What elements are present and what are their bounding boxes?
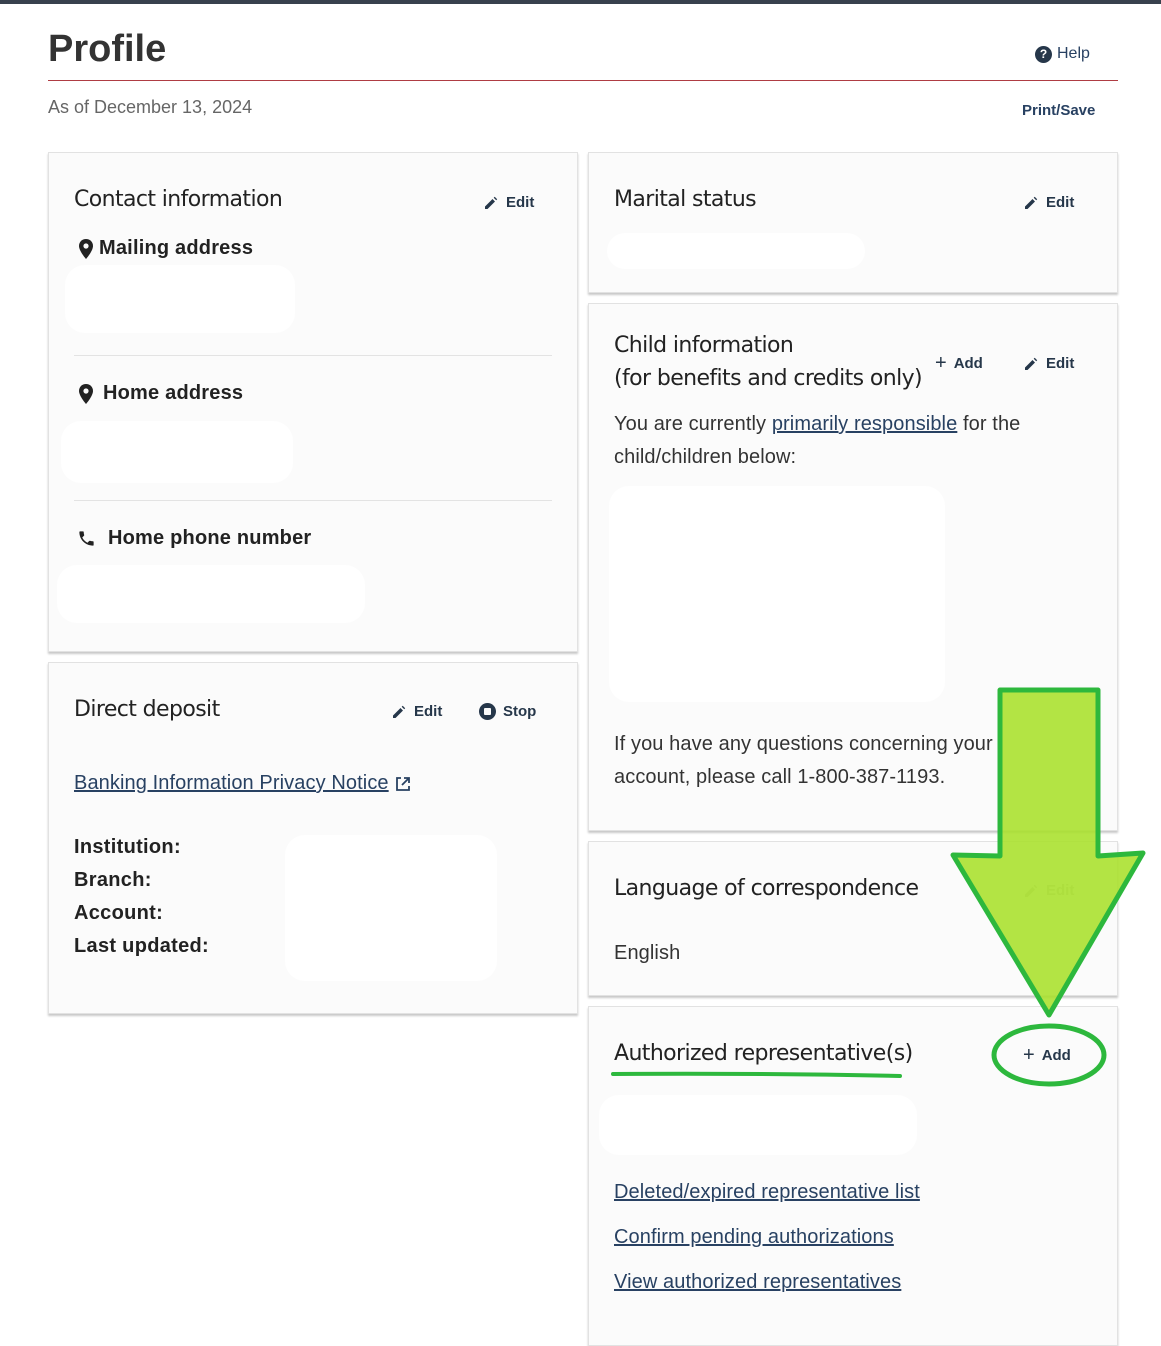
deleted-expired-representatives-link[interactable]: Deleted/expired representative list: [614, 1181, 920, 1204]
stop-circle-icon: [479, 703, 496, 720]
child-add-button[interactable]: + Add: [935, 352, 983, 374]
branch-label: Branch:: [74, 869, 152, 891]
top-bar: [0, 0, 1161, 4]
authorized-representatives-card: Authorized representative(s) + Add Delet…: [588, 1006, 1118, 1346]
direct-deposit-card: Direct deposit Edit Stop Banking Informa…: [48, 662, 578, 1014]
map-pin-icon: [79, 383, 93, 404]
account-label: Account:: [74, 902, 164, 924]
home-address-label: Home address: [79, 382, 243, 405]
phone-icon: [79, 531, 94, 546]
deposit-edit-button[interactable]: Edit: [391, 703, 442, 720]
contact-information-card: Contact information Edit Mailing address…: [48, 152, 578, 652]
card-title-line2: (for benefits and credits only): [614, 366, 923, 391]
confirm-pending-authorizations-link[interactable]: Confirm pending authorizations: [614, 1226, 894, 1249]
page-title: Profile: [48, 28, 167, 70]
question-circle-icon: ?: [1035, 45, 1052, 63]
institution-label: Institution:: [74, 836, 181, 858]
representatives-value: [599, 1095, 917, 1155]
divider: [74, 355, 552, 356]
banking-details-values: [285, 835, 497, 981]
pencil-icon: [1025, 196, 1038, 209]
pencil-icon: [1025, 884, 1038, 897]
map-pin-icon: [79, 238, 93, 259]
contact-edit-button[interactable]: Edit: [483, 194, 534, 211]
primarily-responsible-link[interactable]: primarily responsible: [772, 413, 958, 435]
plus-icon: +: [1023, 1044, 1035, 1066]
child-intro-text: You are currently primarily responsible …: [614, 413, 1021, 468]
card-title: Authorized representative(s): [614, 1041, 913, 1066]
card-title-line1: Child information: [614, 333, 794, 358]
marital-edit-button[interactable]: Edit: [1023, 194, 1074, 211]
child-information-card: Child information (for benefits and cred…: [588, 303, 1118, 831]
title-divider: [48, 80, 1118, 81]
card-title: Marital status: [614, 187, 757, 212]
external-link-icon: [395, 776, 410, 791]
pencil-icon: [485, 196, 498, 209]
help-label: Help: [1057, 45, 1090, 62]
language-value: English: [614, 942, 681, 964]
card-title: Language of correspondence: [614, 876, 919, 901]
representative-add-button[interactable]: + Add: [1023, 1044, 1071, 1066]
child-list: [609, 486, 945, 702]
language-edit-button[interactable]: Edit: [1023, 882, 1074, 899]
help-link[interactable]: ? Help: [1035, 45, 1090, 63]
plus-icon: +: [935, 352, 947, 374]
mailing-address-value: [65, 265, 295, 333]
home-phone-value: [57, 565, 365, 623]
mailing-address-label: Mailing address: [79, 237, 253, 260]
card-title: Contact information: [74, 187, 283, 212]
child-questions-text: If you have any questions concerning you…: [614, 733, 993, 788]
marital-status-value: [607, 233, 865, 269]
print-save-button[interactable]: Print/Save: [1022, 102, 1095, 119]
deposit-stop-button[interactable]: Stop: [479, 703, 536, 720]
home-phone-label: Home phone number: [77, 527, 311, 550]
card-title: Direct deposit: [74, 697, 220, 722]
banking-privacy-notice-link[interactable]: Banking Information Privacy Notice: [74, 772, 411, 795]
edit-label: Edit: [506, 194, 535, 211]
view-authorized-representatives-link[interactable]: View authorized representatives: [614, 1271, 901, 1294]
child-edit-button[interactable]: Edit: [1023, 355, 1074, 372]
pencil-icon: [1025, 357, 1038, 370]
language-card: Language of correspondence Edit English: [588, 841, 1118, 996]
last-updated-label: Last updated:: [74, 935, 210, 957]
as-of-date: As of December 13, 2024: [48, 97, 253, 117]
marital-status-card: Marital status Edit: [588, 152, 1118, 293]
home-address-value: [61, 421, 293, 483]
pencil-icon: [393, 705, 406, 718]
divider: [74, 500, 552, 501]
